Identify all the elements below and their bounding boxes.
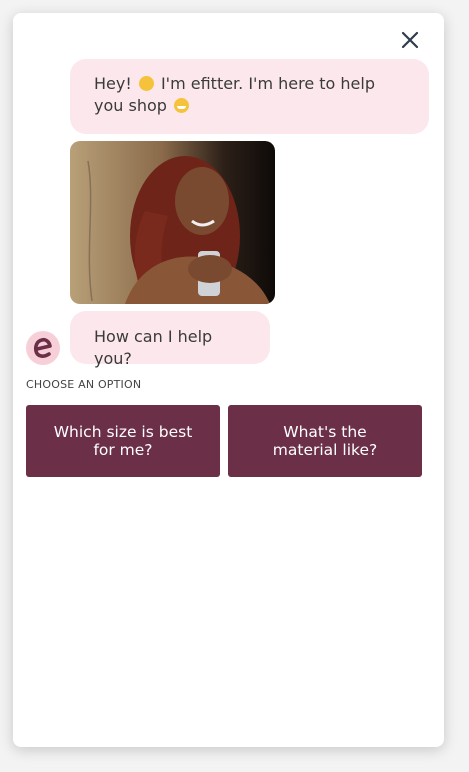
gif-image bbox=[70, 141, 275, 304]
help-message: How can I help you? bbox=[70, 311, 270, 368]
waving-hand-icon bbox=[138, 76, 154, 91]
choose-option-label: CHOOSE AN OPTION bbox=[26, 378, 142, 391]
efitter-logo-icon bbox=[33, 337, 52, 358]
grinning-face-icon bbox=[174, 98, 189, 113]
option-material-button[interactable]: What's the material like? bbox=[228, 405, 422, 477]
greeting-text-start: Hey! bbox=[94, 74, 132, 93]
option-size-button[interactable]: Which size is best for me? bbox=[26, 405, 220, 477]
close-icon-graphic bbox=[401, 31, 419, 49]
close-icon[interactable] bbox=[398, 28, 422, 52]
option-size-label: Which size is best for me? bbox=[53, 423, 193, 459]
efitter-avatar bbox=[26, 331, 60, 365]
option-material-label: What's the material like? bbox=[272, 423, 378, 459]
chat-panel: Hey! I'm efitter. I'm here to help you s… bbox=[13, 13, 444, 747]
greeting-message: Hey! I'm efitter. I'm here to help you s… bbox=[70, 59, 429, 134]
greeting-text-end: I'm efitter. I'm here to help you shop bbox=[94, 74, 375, 115]
help-message-text: How can I help you? bbox=[94, 327, 213, 368]
